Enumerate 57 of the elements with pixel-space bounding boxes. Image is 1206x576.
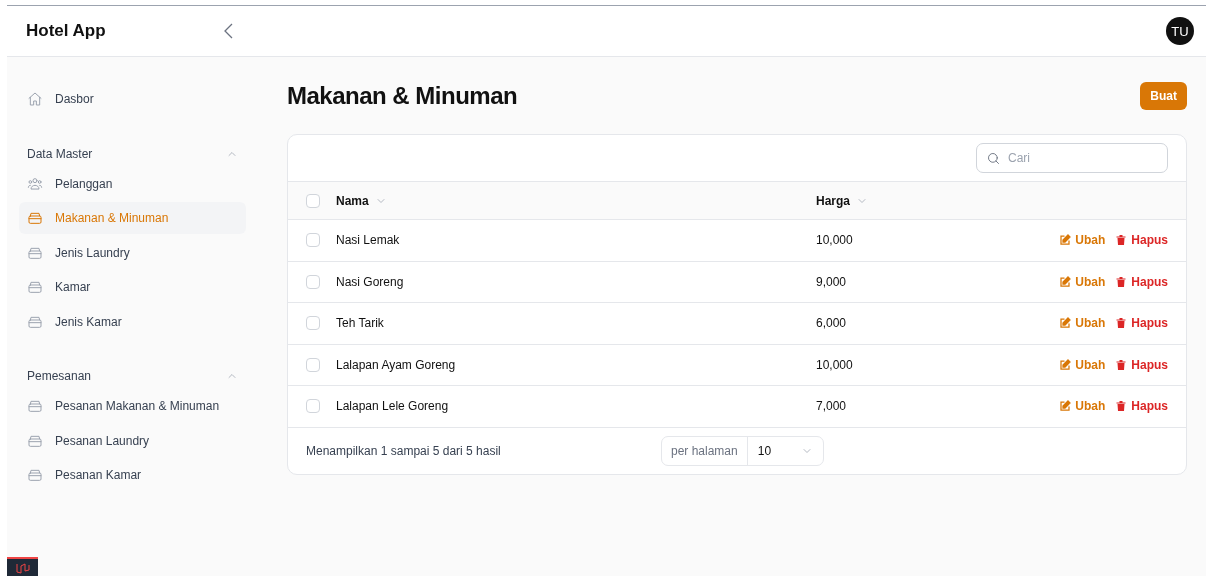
table-cell-text: Teh Tarik	[336, 316, 385, 331]
page-title: Makanan & Minuman	[287, 82, 518, 110]
trash-icon	[1115, 317, 1128, 330]
edit-icon	[1059, 358, 1072, 371]
app-title: Hotel App	[26, 21, 107, 41]
users-icon	[27, 175, 43, 192]
per-page-select[interactable]: per halaman 10	[661, 435, 825, 466]
select-all-checkbox[interactable]	[306, 193, 320, 208]
results-summary: Menampilkan 1 sampai 5 dari 5 hasil	[306, 443, 502, 458]
sidebar-item[interactable]: Pesanan Kamar	[19, 459, 246, 491]
debug-toolbar-icon[interactable]	[7, 557, 38, 576]
sidebar-item[interactable]: Pelanggan	[19, 167, 246, 200]
search-field[interactable]: Cari	[976, 143, 1168, 173]
row-checkbox[interactable]	[306, 274, 320, 289]
sidebar-item[interactable]: Pesanan Makanan & Minuman	[19, 390, 246, 422]
table-cell-text: Nasi Lemak	[336, 233, 401, 248]
tray-icon	[27, 467, 43, 483]
trash-icon	[1115, 234, 1128, 247]
sidebar-item[interactable]: Jenis Kamar	[19, 305, 246, 338]
search-icon	[986, 151, 1001, 166]
table-cell-text: 6,000	[816, 316, 848, 331]
table-cell-text: 10,000	[816, 233, 854, 248]
edit-icon	[1059, 234, 1072, 247]
sidebar-item[interactable]: Kamar	[19, 271, 246, 303]
table-cell-text: Nasi Goreng	[336, 274, 405, 289]
delete-link[interactable]: Hapus	[1115, 274, 1168, 289]
tray-icon	[27, 279, 43, 295]
table-cell-text: 9,000	[816, 274, 848, 289]
sidebar-item[interactable]: Jenis Laundry	[19, 236, 246, 269]
column-header[interactable]: Harga	[816, 193, 868, 208]
delete-link[interactable]: Hapus	[1115, 399, 1168, 414]
table-cell-text: 7,000	[816, 399, 848, 414]
row-checkbox[interactable]	[306, 316, 320, 331]
group-header[interactable]: Data Master	[19, 139, 246, 168]
group-header[interactable]: Pemesanan	[19, 362, 246, 390]
column-header[interactable]: Nama	[336, 193, 387, 208]
trash-icon	[1115, 400, 1128, 413]
delete-link[interactable]: Hapus	[1115, 316, 1168, 331]
edit-icon	[1059, 275, 1072, 288]
sidebar-item[interactable]: Pesanan Laundry	[19, 424, 246, 457]
trash-icon	[1115, 358, 1128, 371]
delete-link[interactable]: Hapus	[1115, 357, 1168, 372]
tray-icon	[27, 210, 43, 226]
table-cell-text: Lalapan Lele Goreng	[336, 399, 450, 414]
tray-icon	[27, 398, 43, 414]
sidebar-item[interactable]: Dasbor	[19, 83, 246, 115]
trash-icon	[1115, 275, 1128, 288]
row-checkbox[interactable]	[306, 233, 320, 248]
row-checkbox[interactable]	[306, 399, 320, 414]
row-checkbox[interactable]	[306, 357, 320, 372]
edit-icon	[1059, 317, 1072, 330]
edit-icon	[1059, 400, 1072, 413]
user-avatar[interactable]: TU	[1166, 17, 1194, 45]
table-cell-text: Lalapan Ayam Goreng	[336, 357, 457, 372]
delete-link[interactable]: Hapus	[1115, 233, 1168, 248]
home-icon	[27, 91, 43, 107]
table-cell-text: 10,000	[816, 357, 854, 372]
